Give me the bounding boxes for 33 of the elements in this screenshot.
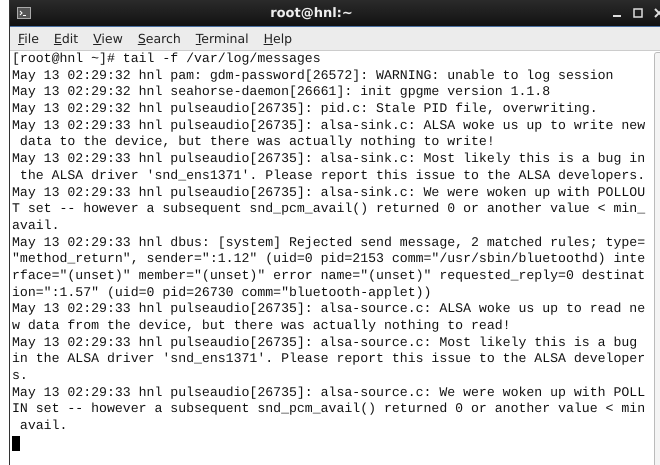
menu-item[interactable]: Edit [46,31,86,46]
terminal-line: avail. [12,218,60,235]
menu-item[interactable]: View [85,31,130,46]
menu-item[interactable]: File [10,31,46,46]
terminal-line: May 13 02:29:32 hnl seahorse-daemon[26661]: init gpgme version 1.1.8 [12,84,552,102]
terminal-line: ion=":1.57" (uid=0 pid=26730 comm="bluetooth-applet)) [12,284,432,302]
terminal-line: May 13 02:29:33 hnl pulseaudio[26735]: alsa-source.c: ALSA woke us up to read ne [12,301,646,318]
terminal-icon [17,7,31,19]
terminal-line: rface="(unset)" member="(unset)" error name="(unset)" requested_reply=0 destinat [12,268,646,285]
terminal-line: May 13 02:29:33 hnl pulseaudio[26735]: alsa-source.c: Most likely this is a bug [12,334,638,352]
menu-item[interactable]: Search [130,31,188,46]
terminal-line: the ALSA driver 'snd_ens1371'. Please report this issue to the ALSA developers. [18,168,646,184]
terminal-line: May 13 02:29:32 hnl pam: gdm-password[26572]: WARNING: unable to log session [12,68,614,84]
terminal-line: s. [12,368,29,385]
terminal-line: [root@hnl ~]# tail -f /var/log/messages [12,51,322,68]
terminal-line: "method_return", sender=":1.12" (uid=0 pid=2153 comm="/usr/sbin/bluetoothd) inte [12,251,646,268]
terminal-line: May 13 02:29:33 hnl pulseaudio[26735]: alsa-sink.c: We were woken up with POLLOU [12,184,646,202]
terminal-line: IN set -- however a subsequent snd_pcm_avail() returned 0 or another value < min [12,401,646,418]
terminal-line: May 13 02:29:33 hnl dbus: [system] Rejected send message, 2 matched rules; type= [12,234,646,252]
terminal-line: T set -- however a subsequent snd_pcm_avail() returned 0 or another value < min_ [12,201,646,218]
terminal-line: data to the device, but there was actually nothing to write! [18,134,496,152]
terminal-line: avail. [18,418,68,435]
menu-item[interactable]: Terminal [188,31,256,46]
terminal-line: May 13 02:29:33 hnl pulseaudio[26735]: alsa-sink.c: Most likely this is a bug in [12,151,646,168]
terminal-line: May 13 02:29:33 hnl pulseaudio[26735]: alsa-sink.c: ALSA woke us up to write new [12,118,646,134]
menu-item[interactable]: Help [256,31,300,46]
maximize-icon[interactable] [633,8,643,18]
terminal-line: May 13 02:29:32 hnl pulseaudio[26735]: pid.c: Stale PID file, overwriting. [12,101,599,118]
terminal-line: w data from the device, but there was actually nothing to read! [12,318,512,335]
text-cursor [12,436,20,451]
window-title: root@hnl:~ [269,6,354,20]
terminal-line: May 13 02:29:33 hnl pulseaudio[26735]: alsa-source.c: We were woken up with POLL [12,384,646,402]
terminal-line: in the ALSA driver 'snd_ens1371'. Please report this issue to the ALSA developer [12,351,646,368]
